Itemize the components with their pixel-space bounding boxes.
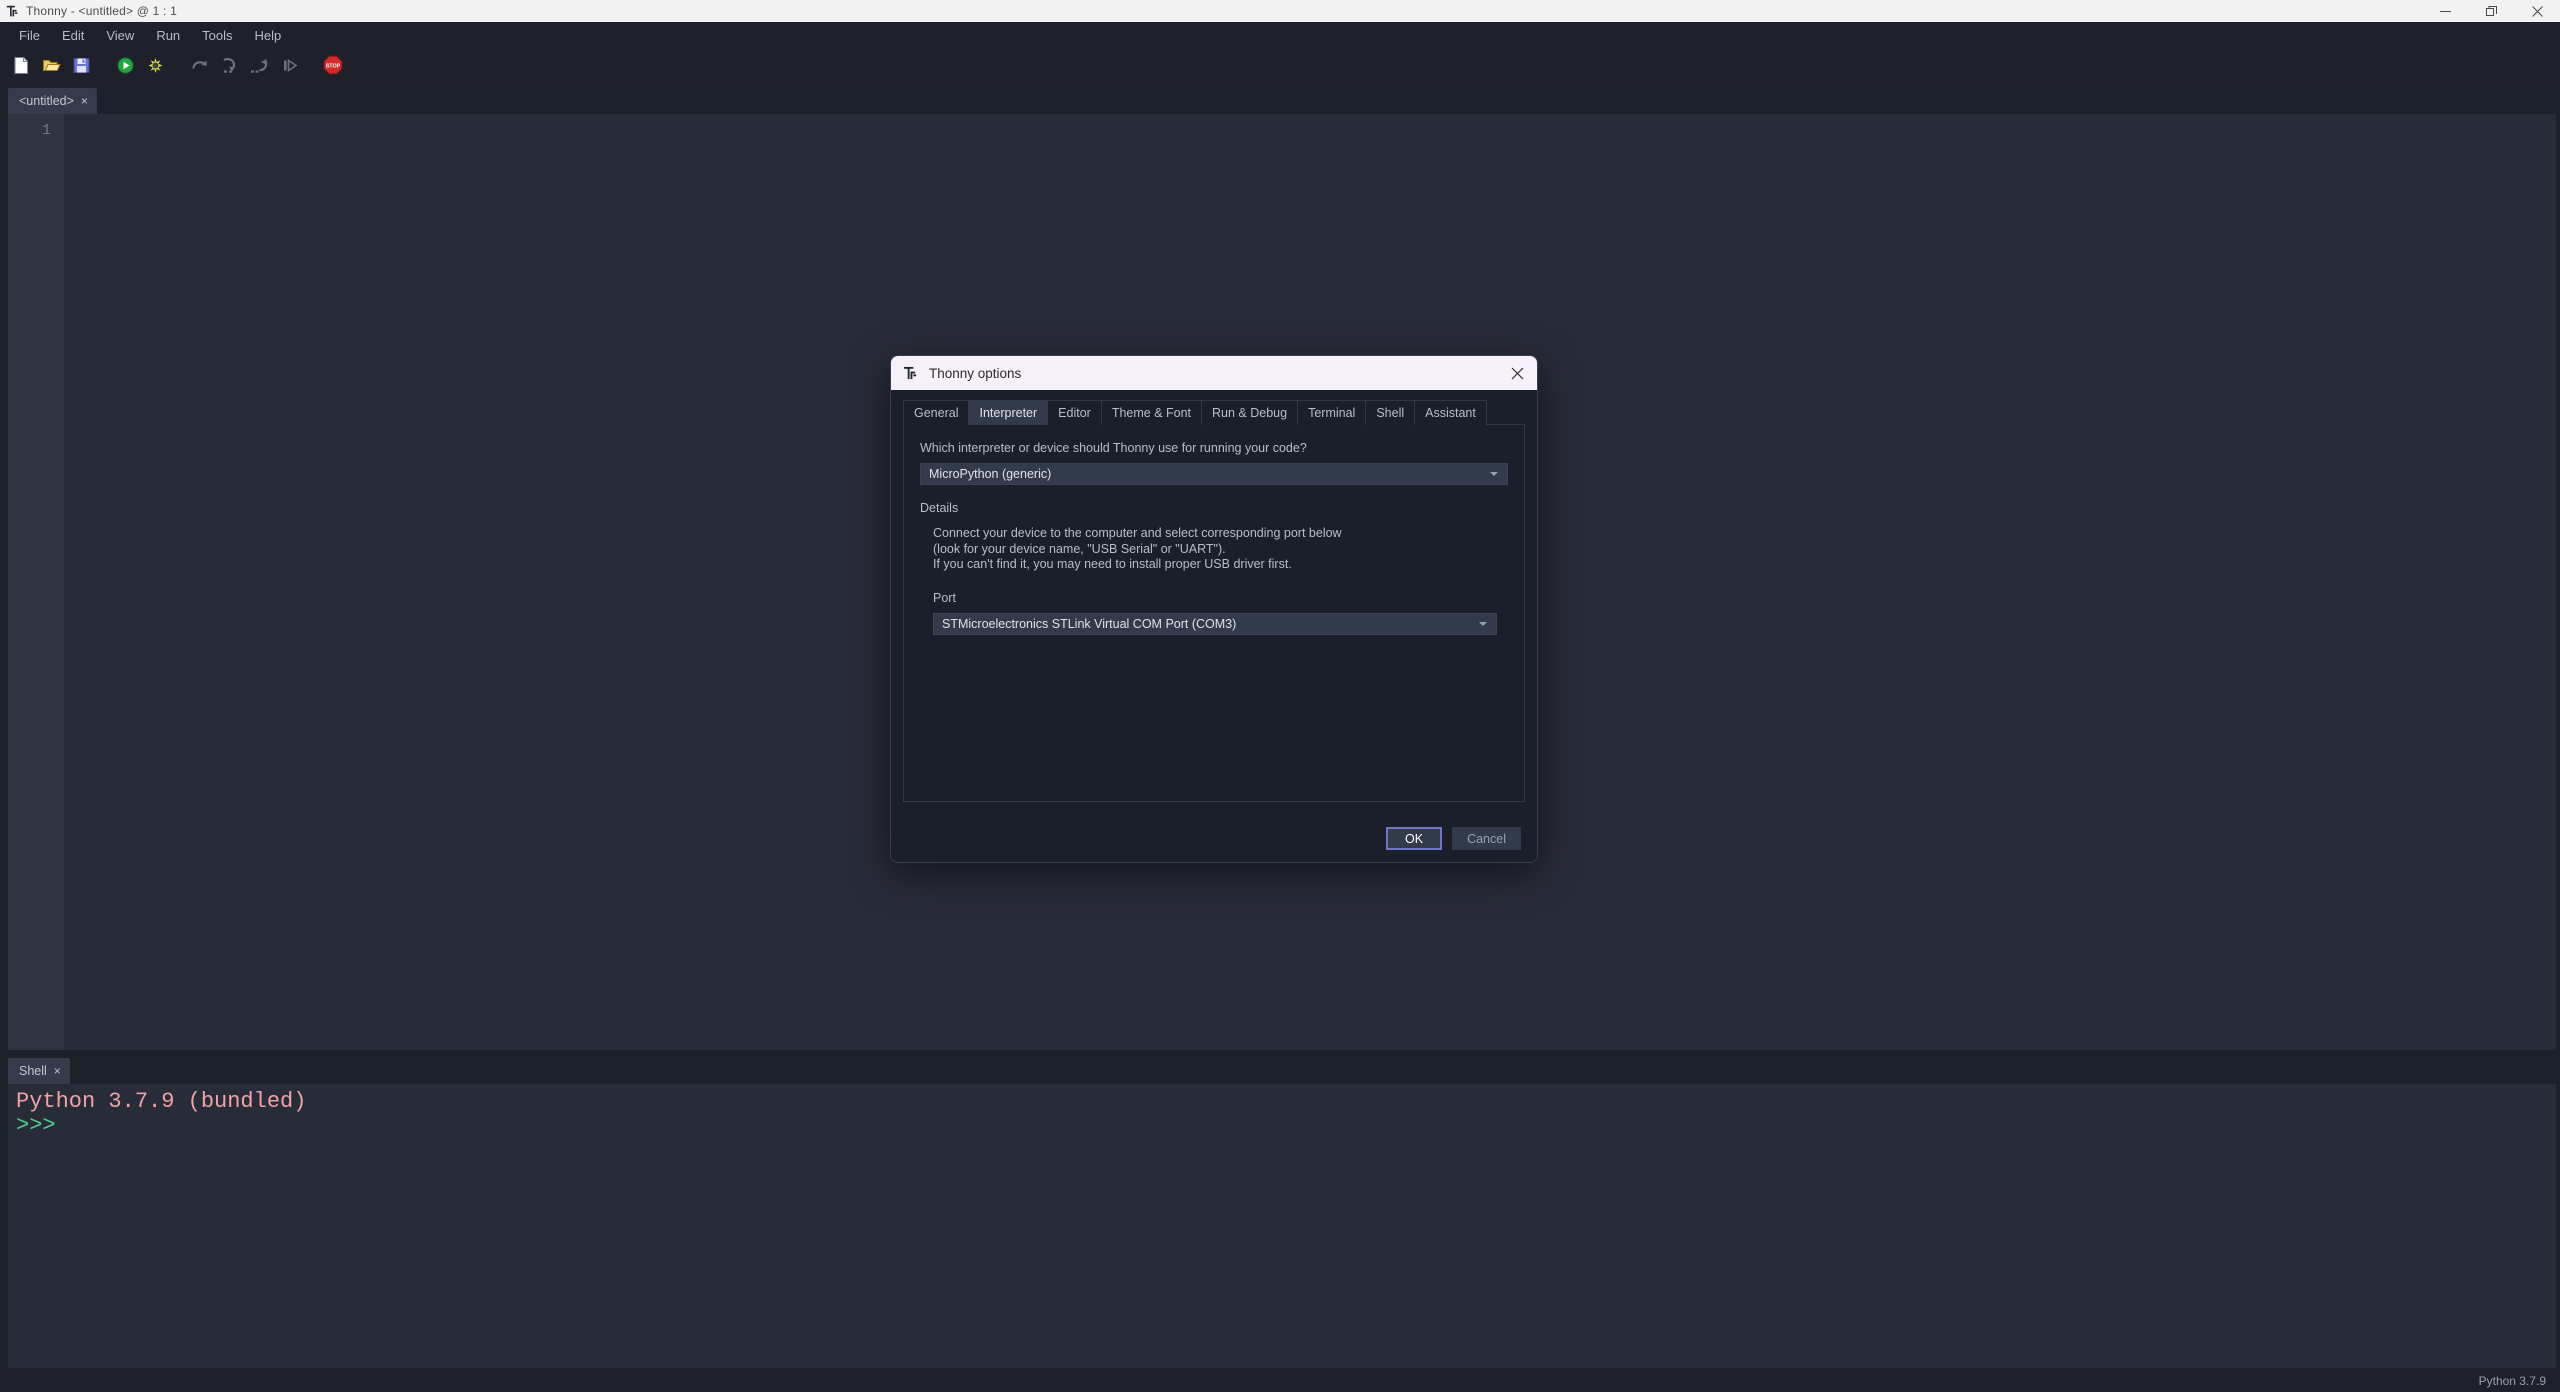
- port-label: Port: [933, 589, 1508, 607]
- status-interpreter-label: Python 3.7.9: [2479, 1374, 2546, 1388]
- editor-tabstrip: <untitled> ×: [8, 88, 97, 114]
- dialog-content: General Interpreter Editor Theme & Font …: [891, 390, 1537, 862]
- step-out-icon[interactable]: [246, 52, 272, 78]
- close-icon[interactable]: [1497, 356, 1537, 390]
- window-controls: [2422, 0, 2560, 22]
- step-into-icon[interactable]: [216, 52, 242, 78]
- dialog-titlebar: Thonny options: [891, 356, 1537, 390]
- tab-interpreter[interactable]: Interpreter: [968, 400, 1048, 425]
- shell-banner-text: Python 3.7.9 (bundled): [16, 1090, 2556, 1114]
- menu-item-run[interactable]: Run: [145, 26, 191, 45]
- details-heading: Details: [920, 499, 1508, 517]
- toolbar: STOP: [0, 48, 2560, 82]
- tab-theme-font[interactable]: Theme & Font: [1101, 400, 1202, 425]
- debug-icon[interactable]: [142, 52, 168, 78]
- interpreter-question-label: Which interpreter or device should Thonn…: [920, 439, 1508, 457]
- dialog-tabstrip: General Interpreter Editor Theme & Font …: [903, 400, 1525, 425]
- menu-item-file[interactable]: File: [8, 26, 51, 45]
- ok-button[interactable]: OK: [1386, 827, 1442, 850]
- thonny-icon: [6, 5, 19, 18]
- dialog-title: Thonny options: [929, 366, 1021, 381]
- tab-run-debug[interactable]: Run & Debug: [1201, 400, 1298, 425]
- details-line-3: If you can't find it, you may need to in…: [933, 557, 1508, 573]
- tab-assistant[interactable]: Assistant: [1414, 400, 1487, 425]
- open-file-icon[interactable]: [38, 52, 64, 78]
- port-select-value: STMicroelectronics STLink Virtual COM Po…: [942, 617, 1236, 631]
- tab-editor[interactable]: Editor: [1047, 400, 1102, 425]
- menu-bar: File Edit View Run Tools Help: [0, 22, 2560, 48]
- new-file-icon[interactable]: [8, 52, 34, 78]
- close-icon[interactable]: ×: [81, 95, 88, 107]
- thonny-options-dialog: Thonny options General Interpreter Edito…: [890, 355, 1538, 863]
- resume-icon[interactable]: [276, 52, 302, 78]
- menu-item-help[interactable]: Help: [244, 26, 293, 45]
- details-line-2: (look for your device name, "USB Serial"…: [933, 542, 1508, 558]
- shell-tab-label: Shell: [19, 1064, 47, 1078]
- tab-general[interactable]: General: [903, 400, 969, 425]
- cancel-button[interactable]: Cancel: [1452, 827, 1521, 850]
- interpreter-tab-page: Which interpreter or device should Thonn…: [903, 424, 1525, 802]
- thonny-icon: [903, 366, 918, 381]
- window-title: Thonny - <untitled> @ 1 : 1: [26, 4, 177, 18]
- menu-item-tools[interactable]: Tools: [191, 26, 243, 45]
- editor-tab-label: <untitled>: [19, 94, 74, 108]
- dialog-button-row: OK Cancel: [1386, 827, 1521, 850]
- editor-tab-untitled[interactable]: <untitled> ×: [8, 88, 97, 114]
- menu-item-view[interactable]: View: [95, 26, 145, 45]
- port-select[interactable]: STMicroelectronics STLink Virtual COM Po…: [933, 613, 1497, 635]
- close-icon[interactable]: [2514, 0, 2560, 22]
- window-titlebar: Thonny - <untitled> @ 1 : 1: [0, 0, 2560, 22]
- interpreter-select[interactable]: MicroPython (generic): [920, 463, 1508, 485]
- titlebar-left-group: Thonny - <untitled> @ 1 : 1: [0, 4, 177, 18]
- shell-panel: Shell × Python 3.7.9 (bundled) >>>: [0, 1054, 2560, 1370]
- shell-tabstrip: Shell ×: [8, 1058, 70, 1084]
- shell-tab[interactable]: Shell ×: [8, 1058, 70, 1084]
- interpreter-select-value: MicroPython (generic): [929, 467, 1051, 481]
- save-file-icon[interactable]: [68, 52, 94, 78]
- status-bar: Python 3.7.9: [0, 1370, 2560, 1392]
- minimize-icon[interactable]: [2422, 0, 2468, 22]
- details-text-block: Connect your device to the computer and …: [933, 526, 1508, 573]
- chevron-down-icon[interactable]: [1487, 472, 1501, 476]
- details-line-1: Connect your device to the computer and …: [933, 526, 1508, 542]
- shell-output[interactable]: Python 3.7.9 (bundled) >>>: [8, 1084, 2556, 1368]
- close-icon[interactable]: ×: [54, 1065, 61, 1077]
- tab-terminal[interactable]: Terminal: [1297, 400, 1366, 425]
- svg-text:STOP: STOP: [326, 63, 341, 69]
- line-number: 1: [8, 121, 64, 140]
- port-group: Port STMicroelectronics STLink Virtual C…: [933, 589, 1508, 635]
- shell-prompt[interactable]: >>>: [16, 1114, 2556, 1138]
- chevron-down-icon[interactable]: [1476, 622, 1490, 626]
- restore-icon[interactable]: [2468, 0, 2514, 22]
- step-over-icon[interactable]: [186, 52, 212, 78]
- menu-item-edit[interactable]: Edit: [51, 26, 95, 45]
- run-icon[interactable]: [112, 52, 138, 78]
- stop-icon[interactable]: STOP: [320, 52, 346, 78]
- line-number-gutter: 1: [8, 114, 64, 1050]
- tab-shell[interactable]: Shell: [1365, 400, 1415, 425]
